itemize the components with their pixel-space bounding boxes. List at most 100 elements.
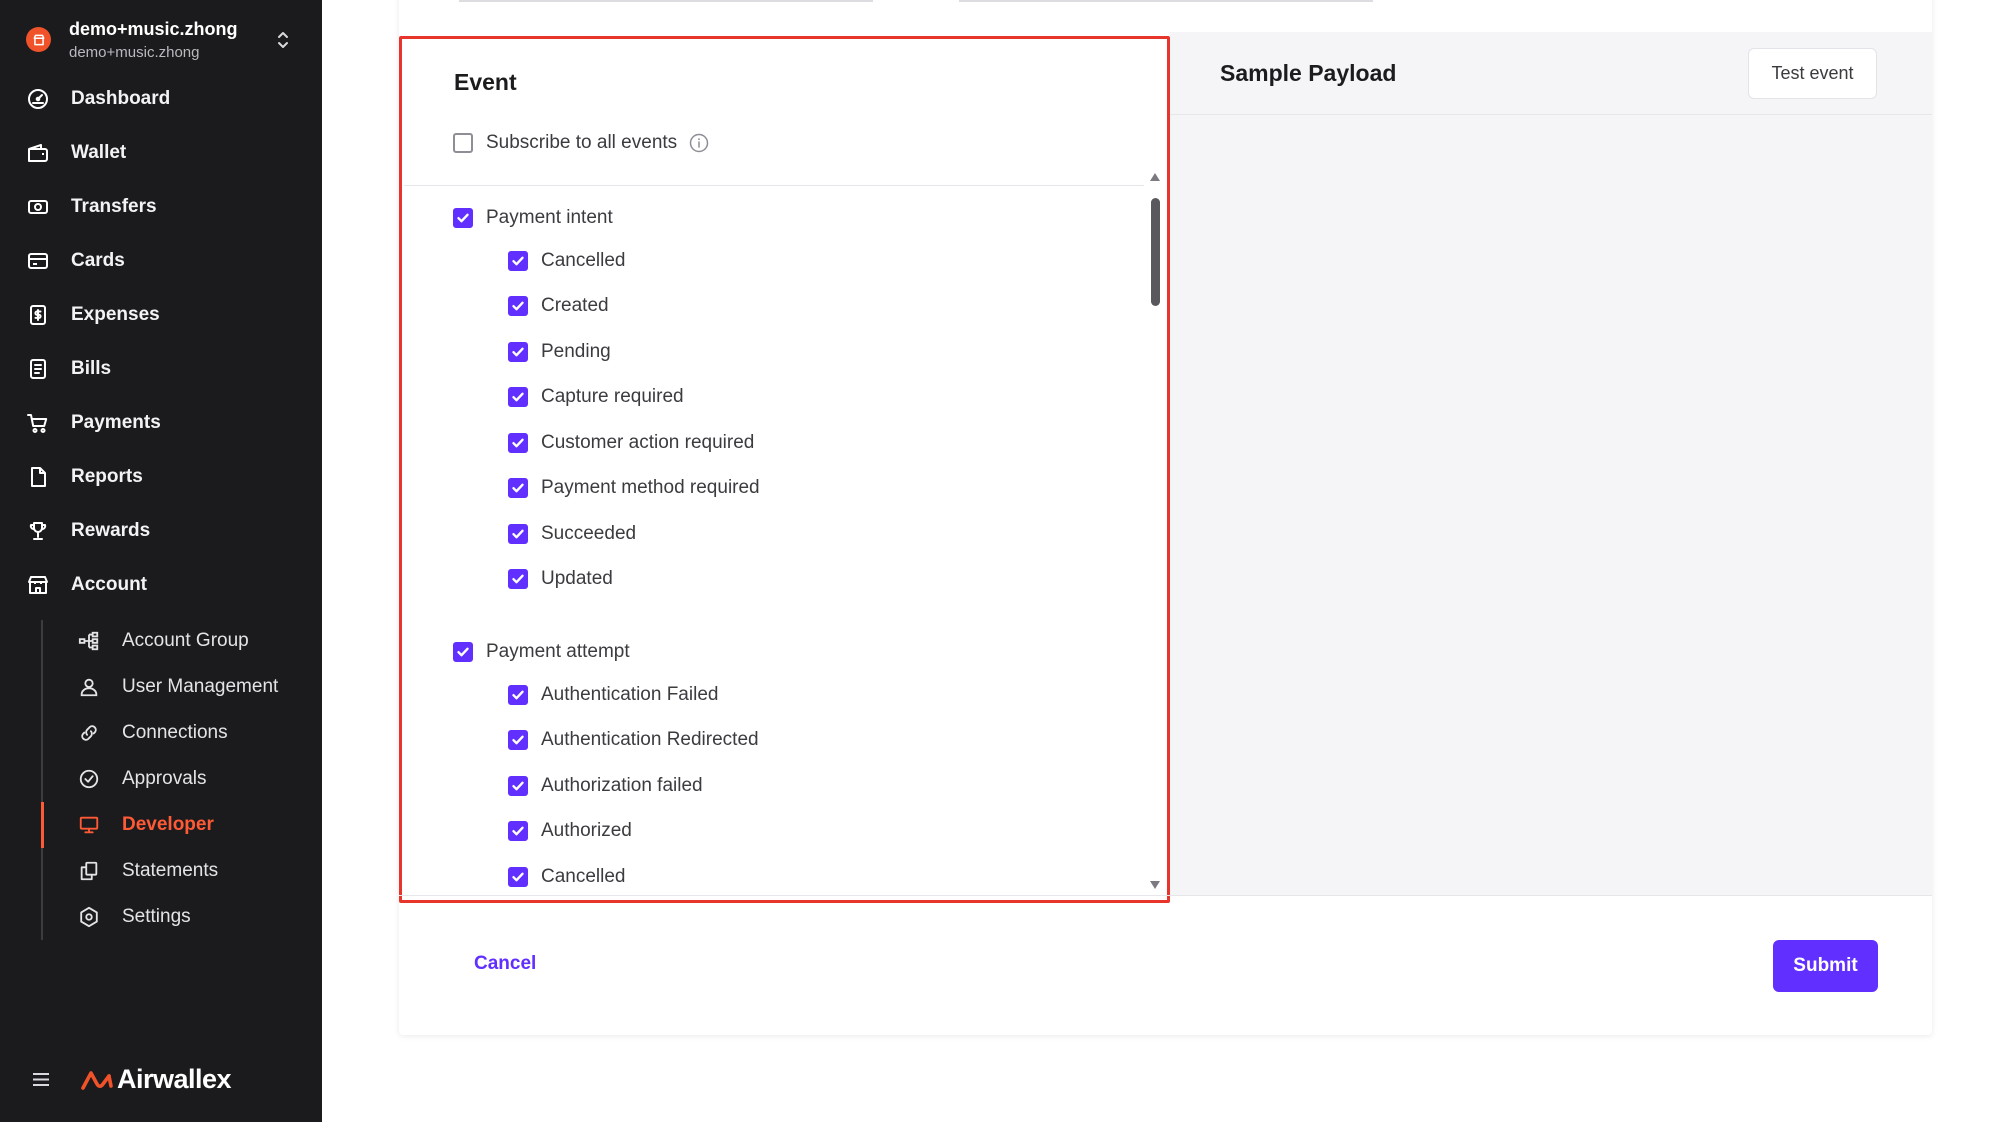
nav-label: Cards: [71, 250, 125, 271]
settings-icon: [78, 906, 100, 928]
event-group-row[interactable]: Payment attempt: [404, 632, 1144, 672]
event-label: Updated: [541, 568, 613, 590]
event-list-scroll-area[interactable]: Payment intent Cancelled Created Pending…: [404, 186, 1144, 895]
scroll-down-arrow-icon[interactable]: [1150, 881, 1160, 889]
event-label: Cancelled: [541, 249, 626, 271]
checkmark-icon: [512, 483, 524, 493]
event-checkbox[interactable]: [508, 478, 528, 499]
building-icon: [26, 573, 50, 597]
event-row[interactable]: Created: [404, 284, 1144, 330]
event-checkbox[interactable]: [508, 821, 528, 842]
event-label: Authorized: [541, 820, 632, 842]
nav-item-wallet[interactable]: Wallet: [0, 126, 322, 180]
sample-payload-header: Sample Payload Test event: [1170, 32, 1932, 115]
sample-payload-panel: Sample Payload Test event: [1170, 32, 1932, 895]
event-checkbox[interactable]: [508, 523, 528, 544]
event-checkbox[interactable]: [508, 296, 528, 317]
airwallex-logo-icon: [81, 1071, 113, 1090]
subscribe-all-row[interactable]: Subscribe to all events: [453, 131, 709, 155]
event-group-row[interactable]: Payment intent: [404, 198, 1144, 238]
top-input-field-2[interactable]: [959, 0, 1373, 2]
submenu-item-connections[interactable]: Connections: [0, 710, 322, 756]
checkmark-icon: [512, 872, 524, 882]
nav-item-dashboard[interactable]: Dashboard: [0, 72, 322, 126]
event-row[interactable]: Payment method required: [404, 466, 1144, 512]
event-row[interactable]: Cancelled: [404, 238, 1144, 284]
event-label: Payment method required: [541, 477, 760, 499]
checkmark-icon: [512, 826, 524, 836]
scroll-up-arrow-icon[interactable]: [1150, 173, 1160, 181]
checkmark-icon: [512, 574, 524, 584]
store-icon: [33, 34, 44, 45]
event-checkbox[interactable]: [508, 775, 528, 796]
checkmark-icon: [512, 529, 524, 539]
info-icon[interactable]: [689, 133, 709, 153]
event-label: Cancelled: [541, 865, 626, 887]
transfers-icon: [26, 195, 50, 219]
test-event-button[interactable]: Test event: [1748, 48, 1877, 99]
event-row[interactable]: Pending: [404, 329, 1144, 375]
checkmark-icon: [457, 647, 469, 657]
event-row[interactable]: Updated: [404, 557, 1144, 603]
event-row[interactable]: Authorized: [404, 809, 1144, 855]
account-switch-icon[interactable]: [276, 30, 290, 50]
nav-item-transfers[interactable]: Transfers: [0, 180, 322, 234]
nav-item-rewards[interactable]: Rewards: [0, 504, 322, 558]
link-icon: [78, 722, 100, 744]
event-row[interactable]: Cancelled: [404, 854, 1144, 895]
event-checkbox[interactable]: [508, 387, 528, 408]
submenu-label: Developer: [122, 814, 214, 835]
account-avatar[interactable]: [26, 27, 51, 52]
nav-item-bills[interactable]: Bills: [0, 342, 322, 396]
account-subtitle: demo+music.zhong: [69, 44, 200, 61]
event-row[interactable]: Capture required: [404, 375, 1144, 421]
event-group-label: Payment intent: [486, 207, 613, 228]
top-input-field-1[interactable]: [459, 0, 873, 2]
main-nav: Dashboard Wallet Transfers Cards Expense…: [0, 72, 322, 612]
event-label: Authentication Redirected: [541, 729, 759, 751]
scrollbar-thumb[interactable]: [1151, 198, 1160, 306]
subscribe-all-checkbox[interactable]: [453, 133, 473, 153]
checkmark-icon: [512, 347, 524, 357]
event-checkbox[interactable]: [508, 730, 528, 751]
event-checkbox[interactable]: [508, 250, 528, 271]
account-name[interactable]: demo+music.zhong: [69, 19, 238, 40]
checkmark-icon: [512, 392, 524, 402]
event-row[interactable]: Authentication Redirected: [404, 718, 1144, 764]
submenu-item-statements[interactable]: Statements: [0, 848, 322, 894]
nav-item-reports[interactable]: Reports: [0, 450, 322, 504]
nav-item-account[interactable]: Account: [0, 558, 322, 612]
wallet-icon: [26, 141, 50, 165]
check-circle-icon: [78, 768, 100, 790]
nav-label: Account: [71, 574, 147, 595]
nav-label: Expenses: [71, 304, 160, 325]
submenu-item-account-group[interactable]: Account Group: [0, 618, 322, 664]
submenu-item-settings[interactable]: Settings: [0, 894, 322, 940]
event-row[interactable]: Authorization failed: [404, 763, 1144, 809]
trophy-icon: [26, 519, 50, 543]
subscribe-all-label: Subscribe to all events: [486, 132, 678, 153]
nav-item-cards[interactable]: Cards: [0, 234, 322, 288]
menu-icon[interactable]: [33, 1072, 49, 1087]
sample-payload-title: Sample Payload: [1220, 60, 1397, 86]
submit-button[interactable]: Submit: [1773, 940, 1878, 992]
checkmark-icon: [512, 301, 524, 311]
event-row[interactable]: Authentication Failed: [404, 672, 1144, 718]
cancel-button[interactable]: Cancel: [474, 953, 536, 975]
nav-item-payments[interactable]: Payments: [0, 396, 322, 450]
event-checkbox[interactable]: [508, 569, 528, 590]
submenu-item-approvals[interactable]: Approvals: [0, 756, 322, 802]
nav-item-expenses[interactable]: Expenses: [0, 288, 322, 342]
event-checkbox[interactable]: [508, 866, 528, 887]
submenu-item-developer[interactable]: Developer: [0, 802, 322, 848]
event-row[interactable]: Customer action required: [404, 420, 1144, 466]
event-checkbox[interactable]: [508, 684, 528, 705]
event-row[interactable]: Succeeded: [404, 511, 1144, 557]
event-group-checkbox[interactable]: [453, 208, 473, 228]
event-group-checkbox[interactable]: [453, 642, 473, 662]
event-checkbox[interactable]: [508, 341, 528, 362]
submenu-item-user-management[interactable]: User Management: [0, 664, 322, 710]
checkmark-icon: [512, 735, 524, 745]
submenu-label: Statements: [122, 860, 219, 881]
event-checkbox[interactable]: [508, 432, 528, 453]
